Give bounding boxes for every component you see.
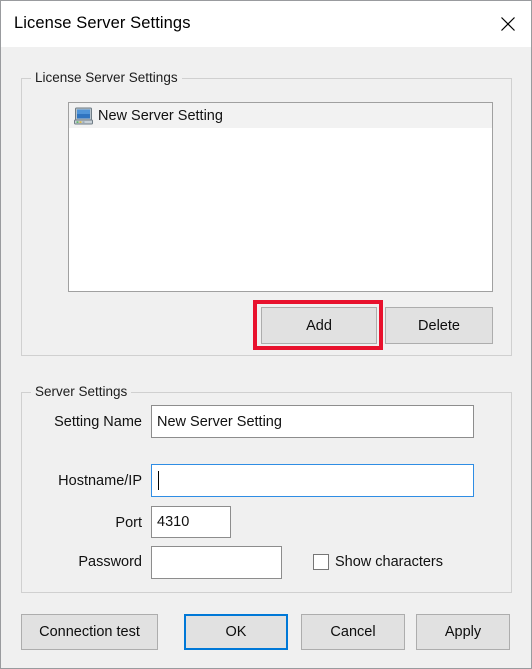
hostname-ip-input[interactable] bbox=[151, 464, 474, 497]
title-bar: License Server Settings bbox=[1, 1, 531, 47]
port-input[interactable] bbox=[151, 506, 231, 538]
server-settings-list[interactable]: New Server Setting bbox=[68, 102, 493, 292]
delete-button[interactable]: Delete bbox=[385, 307, 493, 344]
show-characters-checkbox[interactable]: Show characters bbox=[313, 554, 443, 570]
show-characters-label: Show characters bbox=[335, 554, 443, 570]
checkbox-box[interactable] bbox=[313, 554, 329, 570]
list-item[interactable]: New Server Setting bbox=[69, 103, 492, 128]
close-button[interactable] bbox=[485, 1, 531, 47]
setting-name-input[interactable] bbox=[151, 405, 474, 438]
setting-name-label: Setting Name bbox=[54, 414, 142, 430]
add-button[interactable]: Add bbox=[261, 307, 377, 344]
server-settings-legend: Server Settings bbox=[31, 384, 132, 399]
window-title: License Server Settings bbox=[14, 14, 191, 32]
close-icon bbox=[500, 16, 516, 32]
connection-test-button[interactable]: Connection test bbox=[21, 614, 158, 650]
ok-button[interactable]: OK bbox=[184, 614, 288, 650]
password-label: Password bbox=[78, 554, 142, 570]
license-server-settings-group: License Server Settings New Server Setti… bbox=[21, 70, 512, 356]
list-item-label: New Server Setting bbox=[98, 107, 223, 124]
text-caret bbox=[158, 471, 159, 490]
computer-monitor-icon bbox=[74, 107, 94, 125]
license-server-settings-dialog: License Server Settings License Server S… bbox=[0, 0, 532, 669]
port-label: Port bbox=[115, 515, 142, 531]
password-input[interactable] bbox=[151, 546, 282, 579]
cancel-button[interactable]: Cancel bbox=[301, 614, 405, 650]
apply-button[interactable]: Apply bbox=[416, 614, 510, 650]
license-server-settings-legend: License Server Settings bbox=[31, 70, 182, 85]
hostname-ip-label: Hostname/IP bbox=[58, 473, 142, 489]
